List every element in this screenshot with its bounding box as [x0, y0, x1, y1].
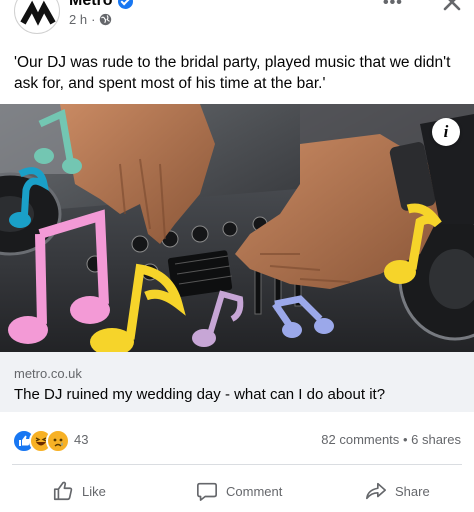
comment-button[interactable]: Comment [196, 480, 282, 502]
thumbs-up-icon [53, 481, 73, 501]
like-label: Like [82, 483, 106, 499]
reaction-icons[interactable] [12, 429, 72, 453]
link-preview[interactable]: metro.co.uk The DJ ruined my wedding day… [0, 352, 474, 412]
avatar[interactable] [14, 0, 60, 34]
post-time[interactable]: 2 h [69, 12, 87, 27]
close-icon[interactable] [440, 0, 464, 14]
reactions-bar: 43 82 comments • 6 shares [0, 423, 474, 455]
link-title[interactable]: The DJ ruined my wedding day - what can … [14, 386, 385, 403]
comment-icon [197, 482, 217, 501]
post-header: Metro 2 h · ••• [0, 0, 474, 40]
share-button[interactable]: Share [365, 480, 430, 502]
reaction-count[interactable]: 43 [74, 432, 88, 447]
link-domain: metro.co.uk [14, 366, 82, 381]
comment-label: Comment [226, 483, 283, 499]
shares-count[interactable]: 6 shares [411, 432, 461, 447]
divider [12, 464, 462, 465]
page-name[interactable]: Metro [69, 0, 133, 10]
dj-hands-image [0, 104, 474, 352]
more-options-icon[interactable]: ••• [383, 0, 403, 12]
sad-reaction-icon [46, 429, 70, 453]
share-label: Share [395, 483, 430, 499]
like-button[interactable]: Like [52, 480, 106, 502]
page-name-label[interactable]: Metro [69, 0, 113, 10]
globe-icon [100, 13, 112, 26]
info-icon[interactable]: i [432, 118, 460, 146]
stats-separator: • [402, 432, 408, 447]
comments-count[interactable]: 82 comments [321, 432, 399, 447]
meta-separator: · [91, 12, 96, 27]
link-preview-image[interactable] [0, 104, 474, 352]
action-bar: Like Comment Share [0, 472, 474, 512]
verified-badge-icon [117, 0, 133, 9]
post-caption: 'Our DJ was rude to the bridal party, pl… [14, 54, 451, 92]
metro-logo-icon [20, 0, 56, 26]
share-icon [366, 482, 386, 500]
post-meta: 2 h · [69, 12, 112, 27]
post-stats: 82 comments • 6 shares [321, 432, 461, 447]
